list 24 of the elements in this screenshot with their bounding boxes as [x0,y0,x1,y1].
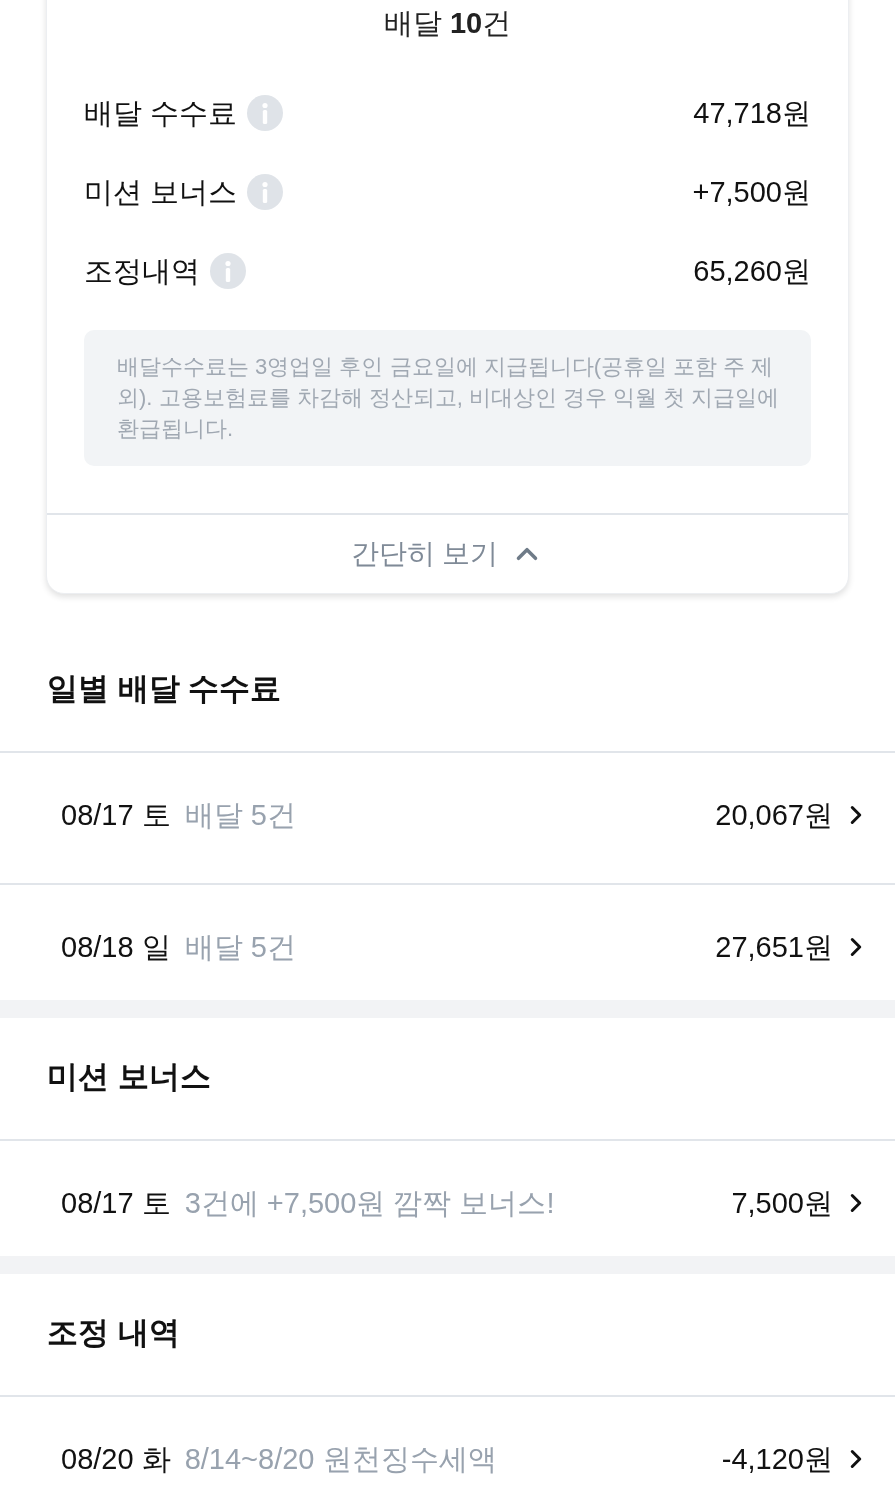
collapse-button[interactable]: 간단히 보기 [350,536,545,572]
row-detail: 3건에 +7,500원 깜짝 보너스! [184,1187,555,1219]
section-title: 일별 배달 수수료 [47,673,283,705]
notice-box: 배달수수료는 3영업일 후인 금요일에 지급됩니다(공휴일 포함 주 제외). 고용보험료를 차감해 정산되고, 비대상인 경우 익월 첫 지급일에 환급됩니다. [84,330,811,466]
row-amount: 20,067원 [715,799,833,831]
row-amount: 7,500원 [731,1187,833,1219]
summary-label: 미션 보너스 [84,174,238,210]
row-date: 08/18 일 [61,931,171,963]
row-amount: -4,120원 [721,1443,833,1475]
row-amount: 27,651원 [715,931,833,963]
section-title: 조정 내역 [47,1317,181,1349]
summary-amount: 65,260원 [693,253,811,289]
row-detail: 배달 5건 [184,799,296,831]
delivery-count-title: 배달 10건 [383,6,512,41]
summary-amount: 47,718원 [693,95,811,131]
row-date: 08/20 화 [61,1443,171,1475]
row-date: 08/17 토 [61,799,171,831]
row-date: 08/17 토 [61,1187,171,1219]
row-detail: 배달 5건 [184,931,296,963]
row-detail: 8/14~8/20 원천징수세액 [184,1443,497,1475]
section-title: 미션 보너스 [47,1061,212,1093]
summary-amount: +7,500원 [692,174,811,210]
summary-label: 배달 수수료 [84,95,238,131]
summary-label: 조정내역 [84,253,200,289]
